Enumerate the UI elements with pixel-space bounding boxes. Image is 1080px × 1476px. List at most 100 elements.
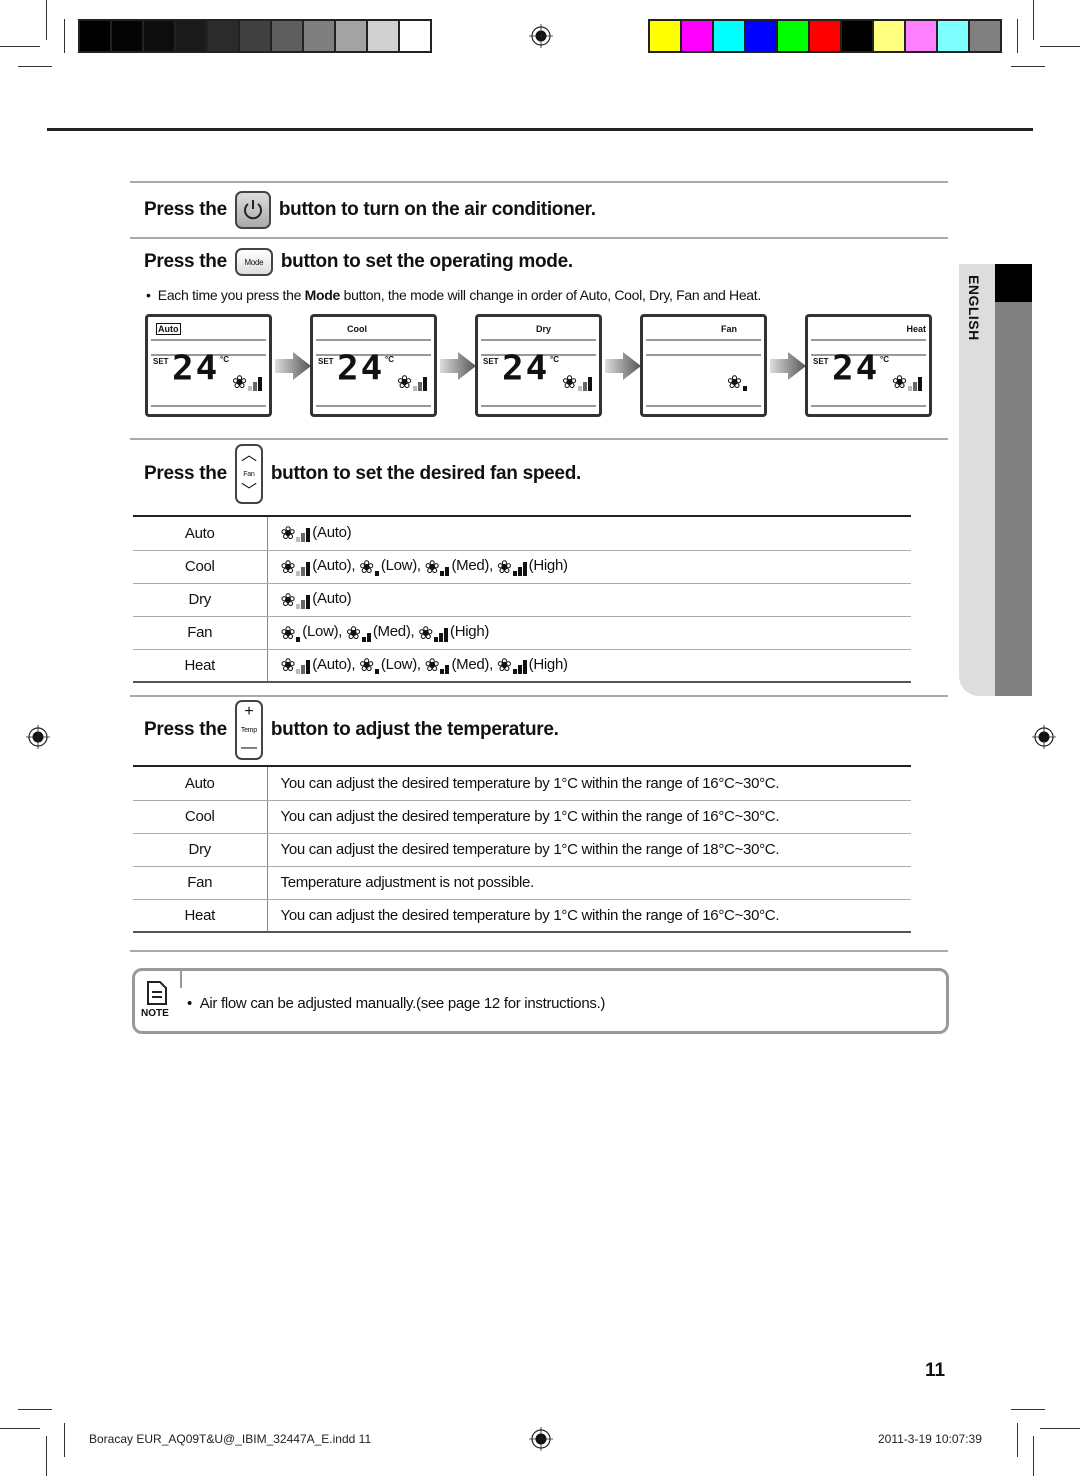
crop-mark [64, 19, 65, 53]
speed-bar [512, 570, 517, 576]
speed-bar [306, 528, 311, 543]
speed-bar [296, 636, 301, 642]
mode-cell: Dry [133, 833, 268, 867]
mode-cell: Fan [133, 866, 268, 900]
crop-mark [1033, 1436, 1034, 1476]
fan-speed-auto-icon: ❀ [281, 524, 311, 543]
lcd-display-auto: Auto SET 24 °C ❀ [145, 314, 272, 417]
lcd-mode-label: Heat [906, 324, 926, 334]
color-swatch [970, 21, 1000, 51]
temperature-range-cell: You can adjust the desired temperature b… [267, 899, 911, 933]
fan-icon: ❀ [727, 372, 743, 392]
table-row: Heat You can adjust the desired temperatu… [133, 899, 911, 933]
mode-cell: Fan [133, 616, 268, 650]
process-color-bar [648, 19, 1002, 53]
temperature-range-cell: Temperature adjustment is not possible. [267, 866, 911, 900]
plus-icon: + [244, 703, 254, 720]
section-divider [130, 181, 948, 183]
speed-label: (Med), [451, 557, 497, 575]
table-row: Cool You can adjust the desired temperatu… [133, 800, 911, 834]
fan-icon: ❀ [346, 622, 361, 643]
power-button [234, 191, 271, 229]
fan-heading: Press the ︿ Fan ﹀ button to set the desi… [144, 444, 581, 504]
fan-icon: ❀ [280, 622, 296, 643]
speed-label: (High) [528, 557, 568, 575]
crop-mark [0, 46, 40, 47]
lcd-mode-label: Cool [347, 324, 367, 334]
lcd-divider [811, 405, 926, 407]
power-heading: Press the button to turn on the air cond… [144, 191, 596, 229]
lcd-set-label: SET [483, 357, 499, 366]
fan-speed-auto-icon: ❀ [281, 656, 311, 675]
heading-suffix: button to adjust the temperature. [270, 719, 559, 740]
speed-label: (High) [450, 623, 490, 641]
color-swatch [746, 21, 776, 51]
speed-bar [413, 386, 418, 391]
fan-icon: ❀ [397, 372, 413, 392]
fan-speeds-cell: ❀ (Auto) [267, 583, 911, 617]
fan-button: ︿ Fan ﹀ [234, 444, 263, 504]
lcd-display-dry: Dry SET 24 °C ❀ [475, 314, 602, 417]
fan-speed-low-icon: ❀ [359, 558, 379, 576]
arrow-right-icon [275, 352, 311, 380]
header-rule [47, 128, 1033, 131]
speed-bar [296, 603, 301, 609]
color-swatch [778, 21, 808, 51]
mode-button: Mode [234, 248, 273, 276]
fan-speeds-cell: ❀ (Auto), ❀ (Low), ❀ (Med), ❀ (High) [267, 550, 911, 584]
speed-label: (Med), [451, 656, 497, 674]
speed-label: (High) [528, 656, 568, 674]
arrow-right-icon [770, 352, 806, 380]
fan-icon: ❀ [280, 556, 296, 577]
lcd-temperature: 24 [832, 349, 880, 388]
registration-mark-icon [529, 1427, 553, 1451]
fan-speed-table: Auto ❀ (Auto) Cool ❀ (Auto), ❀ (Low), ❀ (Med), … [133, 517, 911, 683]
section-divider [130, 695, 948, 697]
speed-bar [440, 570, 445, 576]
speed-bar [578, 386, 583, 391]
arrow-right-icon [605, 352, 641, 380]
language-tab-bar [995, 264, 1032, 696]
speed-bar [296, 570, 301, 576]
color-swatch [144, 21, 174, 51]
crop-mark [1033, 0, 1034, 40]
speed-bar [301, 599, 306, 609]
speed-bar [423, 377, 428, 391]
mode-heading: Press the Mode button to set the operati… [144, 248, 573, 276]
language-tab-marker [995, 264, 1032, 302]
heading-prefix: Press the [144, 719, 227, 740]
crop-mark [1011, 66, 1045, 67]
fan-speed-low-icon: ❀ [359, 655, 379, 676]
speed-bar [306, 660, 311, 675]
fan-icon: ❀ [359, 655, 374, 676]
lcd-temperature: 24 [502, 349, 550, 388]
table-row: Fan ❀ (Low), ❀ (Med), ❀ (High) [133, 616, 911, 650]
crop-mark [18, 66, 52, 67]
speed-label: (Auto), [312, 557, 360, 575]
lcd-display-fan: Fan ❀ [640, 314, 767, 417]
fan-speeds-cell: ❀ (Low), ❀ (Med), ❀ (High) [267, 616, 911, 650]
color-swatch [208, 21, 238, 51]
speed-bar [434, 636, 439, 642]
table-row: Fan Temperature adjustment is not possibl… [133, 866, 911, 900]
arrow-right-icon [440, 352, 476, 380]
speed-bar [366, 632, 371, 642]
fan-speed-auto-icon: ❀ [562, 373, 593, 391]
bullet-text: Each time you press the [157, 287, 305, 303]
crop-mark [18, 1409, 52, 1410]
lcd-divider [481, 405, 596, 407]
lcd-mode-label: Auto [156, 323, 181, 335]
registration-mark-icon [1032, 725, 1056, 749]
color-swatch [112, 21, 142, 51]
lcd-divider [481, 339, 596, 341]
speed-bar [444, 627, 449, 642]
speed-label: (Med), [372, 623, 419, 641]
fan-icon: ❀ [424, 556, 440, 577]
color-swatch [714, 21, 744, 51]
temperature-range-cell: You can adjust the desired temperature b… [267, 800, 911, 834]
crop-mark [64, 1423, 65, 1457]
fan-icon: ❀ [232, 372, 248, 392]
color-swatch [240, 21, 270, 51]
power-icon [243, 200, 262, 220]
speed-bar [512, 669, 517, 675]
